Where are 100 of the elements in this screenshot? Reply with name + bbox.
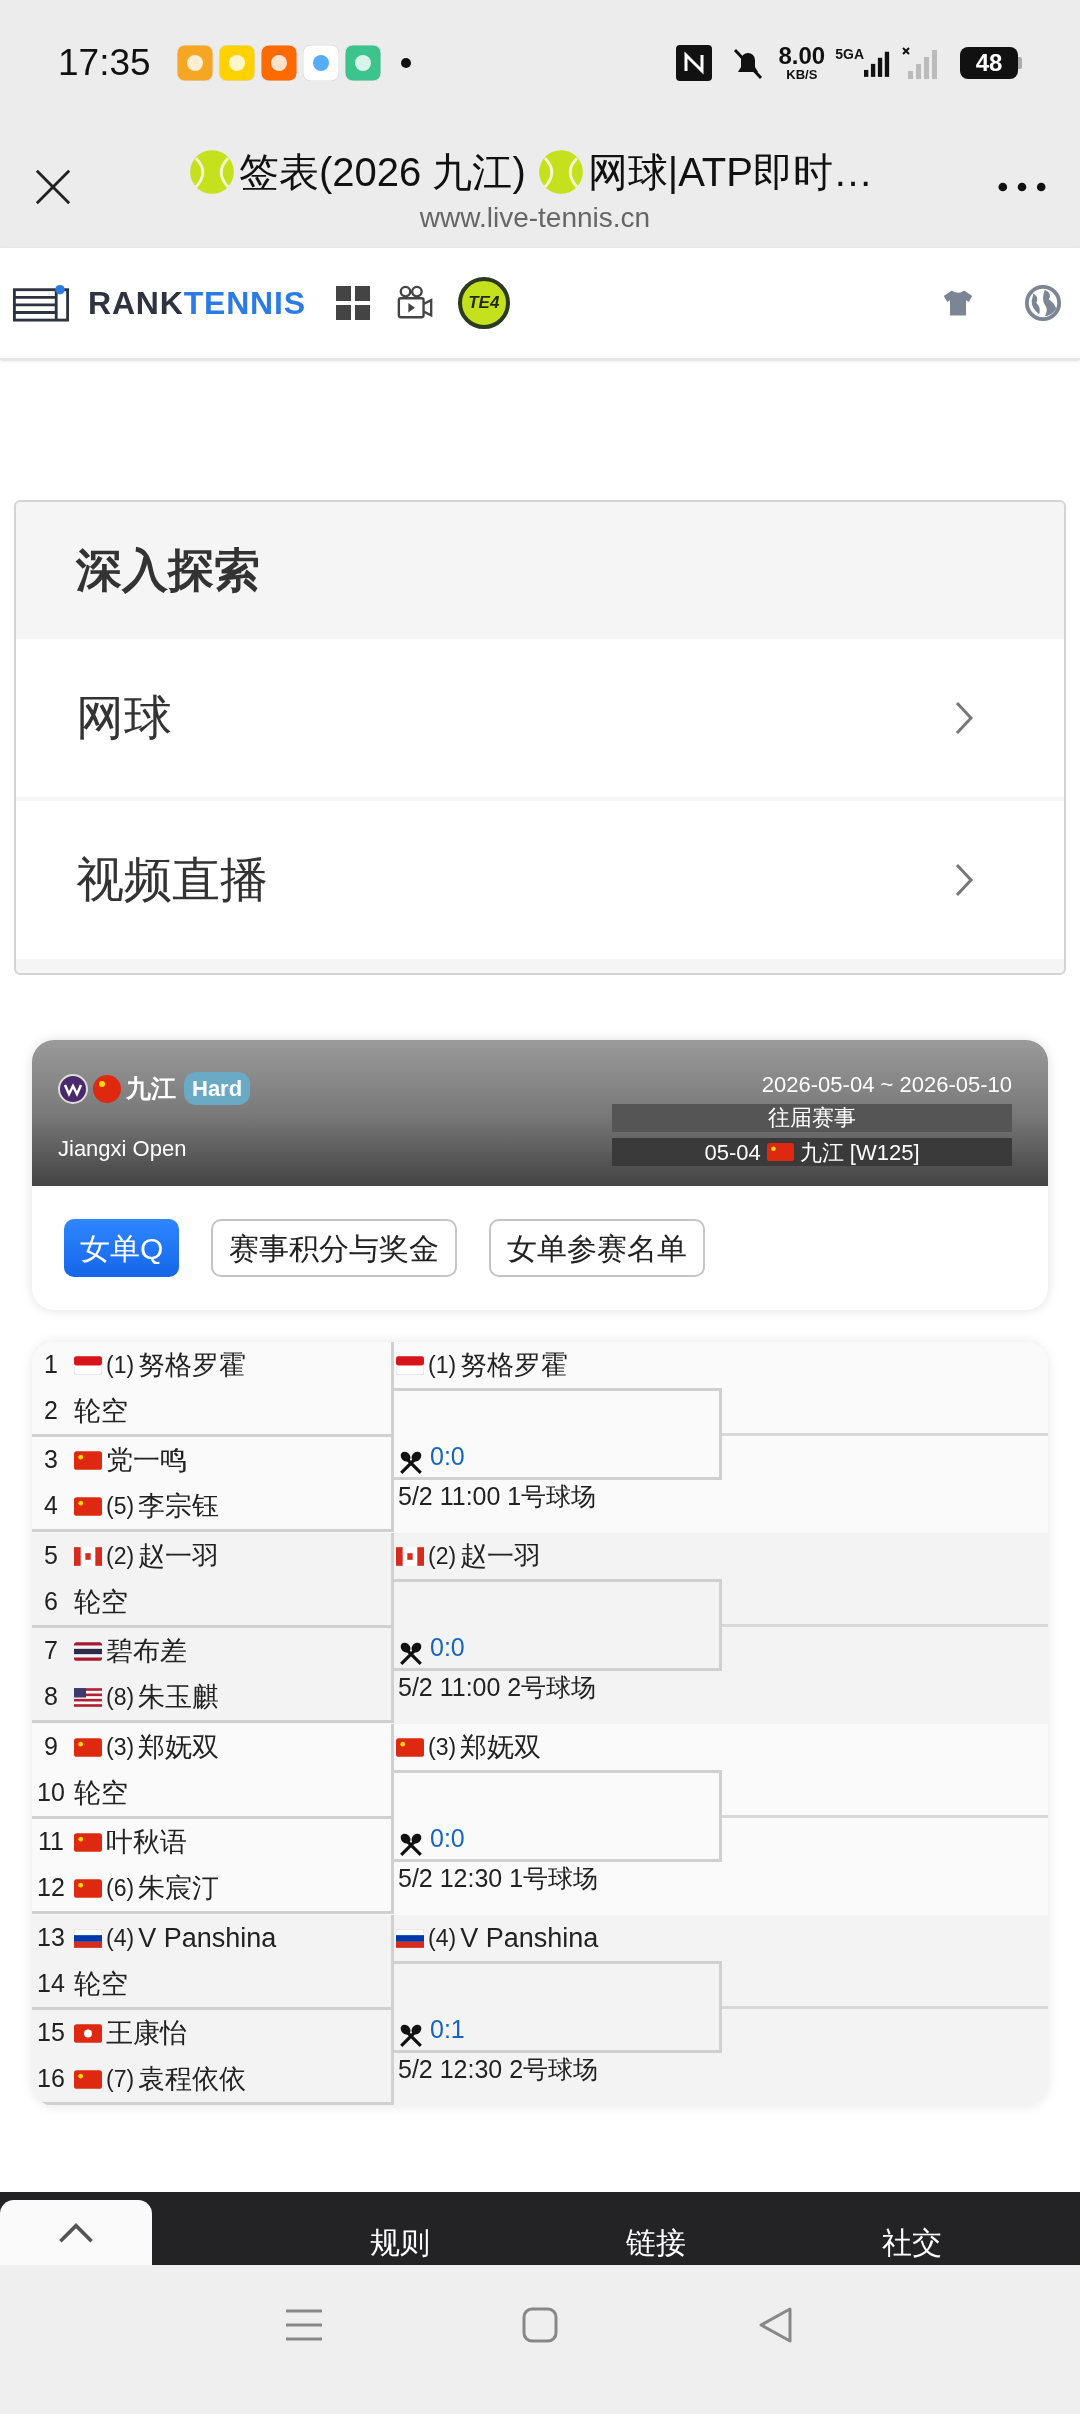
back-icon[interactable] bbox=[758, 2306, 794, 2343]
app-icon bbox=[302, 44, 339, 81]
crossed-rackets-icon bbox=[398, 2022, 424, 2048]
draw-position: 13 bbox=[36, 1922, 66, 1954]
crossed-rackets-icon bbox=[398, 1831, 424, 1857]
draw-position: 5 bbox=[43, 1540, 59, 1572]
seed-number: (1) bbox=[106, 1350, 135, 1380]
flag-icon bbox=[74, 1687, 102, 1707]
player-name: 努格罗霍 bbox=[460, 1348, 569, 1382]
footer-link[interactable]: 社交 bbox=[882, 2225, 942, 2261]
page-title: 签表(2026 九江) bbox=[239, 148, 526, 196]
draw-position: 2 bbox=[43, 1395, 59, 1427]
chevron-icon bbox=[954, 700, 974, 736]
app-icon bbox=[218, 44, 255, 81]
network-type: 5GA bbox=[835, 45, 864, 64]
draw-tab[interactable]: 女单参赛名单 bbox=[489, 1219, 706, 1277]
seed-number: (2) bbox=[106, 1541, 135, 1571]
player-name: 袁程依依 bbox=[138, 2062, 247, 2096]
flag-icon bbox=[396, 1737, 424, 1757]
player-name: 努格罗霍 bbox=[138, 1348, 247, 1382]
draw-tab[interactable]: 女单Q bbox=[64, 1219, 180, 1277]
status-time: 17:35 bbox=[58, 40, 151, 85]
player-name: 朱宸汀 bbox=[138, 1871, 220, 1905]
draw-position: 3 bbox=[43, 1444, 59, 1476]
draw-position: 16 bbox=[36, 2063, 66, 2095]
globe-icon[interactable] bbox=[1024, 284, 1062, 322]
app-icon bbox=[260, 44, 297, 81]
flag-icon bbox=[396, 1928, 424, 1948]
wta-logo-icon bbox=[58, 1073, 88, 1104]
surface-tag: Hard bbox=[184, 1072, 251, 1106]
network-speed: 8.00 bbox=[778, 44, 826, 68]
flag-icon bbox=[74, 1355, 102, 1375]
flag-icon bbox=[74, 1832, 102, 1852]
match-score[interactable]: 0:1 bbox=[430, 2010, 465, 2048]
flag-icon bbox=[396, 1355, 424, 1375]
draw-position: 10 bbox=[36, 1777, 66, 1809]
player-name: 轮空 bbox=[74, 1776, 128, 1810]
seed-number: (3) bbox=[106, 1732, 135, 1762]
player-name: V Panshina bbox=[138, 1921, 277, 1955]
home-icon[interactable] bbox=[522, 2306, 558, 2343]
footer-link[interactable]: 链接 bbox=[626, 2225, 686, 2261]
explore-item[interactable]: 网球 bbox=[16, 639, 1064, 797]
match-score[interactable]: 0:0 bbox=[430, 1437, 465, 1475]
player-name: 党一鸣 bbox=[106, 1443, 187, 1477]
draw-position: 4 bbox=[43, 1490, 59, 1522]
court-logo-icon bbox=[12, 284, 70, 322]
player-name: 碧布差 bbox=[106, 1634, 187, 1668]
battery-indicator: 48 bbox=[960, 46, 1018, 79]
dot-icon bbox=[400, 57, 411, 68]
brand-logo[interactable]: RANKTENNIS bbox=[88, 279, 306, 327]
more-icon[interactable] bbox=[998, 181, 1046, 192]
flag-icon bbox=[74, 1737, 102, 1757]
match-schedule: 5/2 12:30 1号球场 bbox=[397, 1863, 600, 1894]
shirt-icon[interactable] bbox=[942, 288, 974, 318]
flag-icon bbox=[74, 1641, 102, 1661]
crossed-rackets-icon bbox=[398, 1449, 424, 1475]
player-name: 朱玉麒 bbox=[138, 1680, 220, 1714]
player-name: 郑妩双 bbox=[138, 1730, 220, 1764]
draw-position: 14 bbox=[36, 1968, 66, 2000]
seed-number: (3) bbox=[428, 1732, 457, 1762]
tournament-dates: 2026-05-04 ~ 2026-05-10 bbox=[761, 1071, 1012, 1099]
player-name: 赵一羽 bbox=[460, 1539, 542, 1573]
flag-icon bbox=[74, 1928, 102, 1948]
player-name: 叶秋语 bbox=[106, 1825, 187, 1859]
flag-icon bbox=[92, 1073, 122, 1104]
close-icon[interactable] bbox=[34, 167, 72, 206]
app-icon bbox=[344, 44, 381, 81]
flag-icon bbox=[396, 1546, 424, 1566]
grid-icon[interactable] bbox=[335, 286, 370, 320]
match-score[interactable]: 0:0 bbox=[430, 1628, 465, 1666]
chevron-icon bbox=[954, 862, 974, 898]
seed-number: (7) bbox=[106, 2064, 135, 2094]
speed-unit: KB/S bbox=[786, 68, 818, 81]
seed-number: (4) bbox=[428, 1923, 457, 1953]
draw-position: 7 bbox=[43, 1635, 59, 1667]
seed-number: (5) bbox=[106, 1491, 135, 1521]
footer-link[interactable]: 规则 bbox=[370, 2225, 430, 2261]
draw-position: 8 bbox=[43, 1681, 59, 1713]
match-score[interactable]: 0:0 bbox=[430, 1819, 465, 1857]
player-name: 郑妩双 bbox=[460, 1730, 542, 1764]
draw-position: 1 bbox=[43, 1349, 59, 1381]
scroll-top-button[interactable] bbox=[0, 2200, 152, 2265]
explore-item[interactable]: 视频直播 bbox=[16, 801, 1064, 959]
signal-icon bbox=[902, 46, 940, 79]
te4-badge[interactable]: TE4 bbox=[457, 277, 510, 329]
past-event-entry[interactable]: 05-04 九江 [W125] bbox=[612, 1138, 1012, 1166]
player-name: 轮空 bbox=[74, 1967, 128, 2001]
draw-tab[interactable]: 赛事积分与奖金 bbox=[211, 1219, 458, 1277]
flag-icon bbox=[74, 2023, 102, 2043]
page-title: 网球|ATP即时… bbox=[587, 148, 873, 196]
flag-icon bbox=[74, 1450, 102, 1470]
past-events-label: 往届赛事 bbox=[612, 1104, 1012, 1132]
app-icon bbox=[176, 44, 213, 81]
draw-position: 15 bbox=[36, 2017, 66, 2049]
tennis-ball-icon bbox=[189, 148, 235, 195]
flag-icon bbox=[74, 1878, 102, 1898]
draw-position: 9 bbox=[43, 1731, 59, 1763]
match-schedule: 5/2 11:00 2号球场 bbox=[397, 1672, 598, 1703]
crossed-rackets-icon bbox=[398, 1640, 424, 1666]
player-name: 王康怡 bbox=[106, 2016, 187, 2050]
